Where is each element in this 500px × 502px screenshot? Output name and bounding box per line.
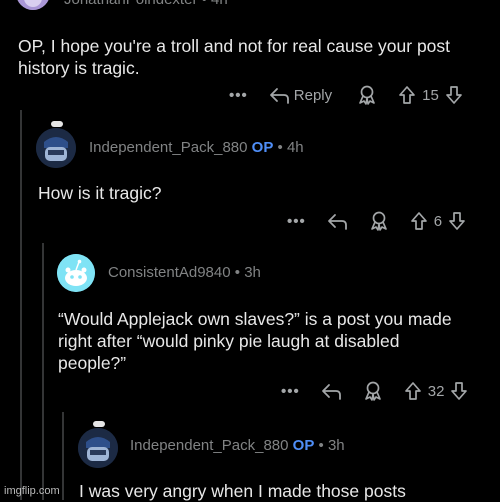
thread-line-2	[42, 243, 44, 500]
vote-count: 32	[427, 382, 445, 400]
avatar[interactable]	[78, 428, 118, 468]
award-icon	[362, 381, 384, 401]
timestamp: 4h	[286, 139, 304, 156]
comment-body: “Would Applejack own slaves?” is a post …	[58, 309, 452, 373]
reply-button[interactable]: Reply	[268, 86, 332, 104]
downvote-button[interactable]	[448, 211, 466, 231]
more-options-button[interactable]: •••	[281, 383, 300, 400]
reply-label: Reply	[293, 86, 333, 104]
comment-actions: ••• 6	[287, 211, 466, 231]
reply-button[interactable]	[326, 212, 348, 230]
op-badge: OP	[292, 437, 315, 454]
comment-actions: ••• Reply 15	[229, 85, 463, 105]
reply-button[interactable]	[320, 382, 342, 400]
separator: •	[234, 264, 241, 281]
username[interactable]: ConsistentAd9840	[108, 264, 231, 281]
comment-author[interactable]: Independent_Pack_880 OP • 4h	[89, 139, 304, 156]
award-icon	[368, 211, 390, 231]
timestamp: 3h	[327, 437, 345, 454]
avatar[interactable]	[16, 0, 50, 10]
comment-author[interactable]: Independent_Pack_880 OP • 3h	[130, 437, 345, 454]
more-options-button[interactable]: •••	[229, 87, 248, 104]
more-options-button[interactable]: •••	[287, 213, 306, 230]
downvote-arrow-icon	[450, 381, 468, 401]
op-badge: OP	[251, 139, 274, 156]
award-button[interactable]	[368, 211, 390, 231]
downvote-button[interactable]	[450, 381, 468, 401]
watermark: imgflip.com	[4, 485, 60, 497]
reply-arrow-icon	[320, 382, 342, 400]
timestamp: 4h	[211, 0, 228, 8]
downvote-button[interactable]	[445, 85, 463, 105]
username[interactable]: Independent_Pack_880	[89, 139, 247, 156]
award-button[interactable]	[362, 381, 384, 401]
upvote-arrow-icon	[404, 381, 422, 401]
comment-body: OP, I hope you're a troll and not for re…	[18, 36, 451, 78]
reply-arrow-icon	[326, 212, 348, 230]
thread-line-3	[62, 412, 64, 500]
vote-count: 15	[422, 86, 439, 104]
comment-actions: ••• 32	[281, 381, 468, 401]
thread-line-1	[20, 110, 22, 500]
upvote-button[interactable]	[404, 381, 422, 401]
avatar[interactable]	[36, 128, 76, 168]
comment-body: How is it tragic?	[38, 183, 162, 203]
downvote-arrow-icon	[448, 211, 466, 231]
separator: •	[277, 139, 283, 156]
reply-arrow-icon	[268, 86, 290, 104]
username[interactable]: Independent_Pack_880	[130, 437, 288, 454]
separator: •	[318, 437, 324, 454]
avatar[interactable]	[57, 254, 95, 292]
vote-count: 6	[433, 212, 443, 230]
comment-body: I was very angry when I made those posts	[79, 481, 406, 501]
avatar-badge	[93, 421, 105, 427]
award-icon	[356, 85, 378, 105]
username[interactable]: JonathanPoindexter	[64, 0, 197, 8]
upvote-button[interactable]	[398, 85, 416, 105]
avatar-badge	[51, 121, 63, 127]
separator: •	[202, 0, 207, 8]
award-button[interactable]	[356, 85, 378, 105]
downvote-arrow-icon	[445, 85, 463, 105]
timestamp: 3h	[244, 264, 261, 281]
upvote-arrow-icon	[398, 85, 416, 105]
comment-author[interactable]: JonathanPoindexter • 4h	[64, 0, 228, 8]
upvote-arrow-icon	[410, 211, 428, 231]
comment-author[interactable]: ConsistentAd9840 • 3h	[108, 264, 261, 281]
upvote-button[interactable]	[410, 211, 428, 231]
